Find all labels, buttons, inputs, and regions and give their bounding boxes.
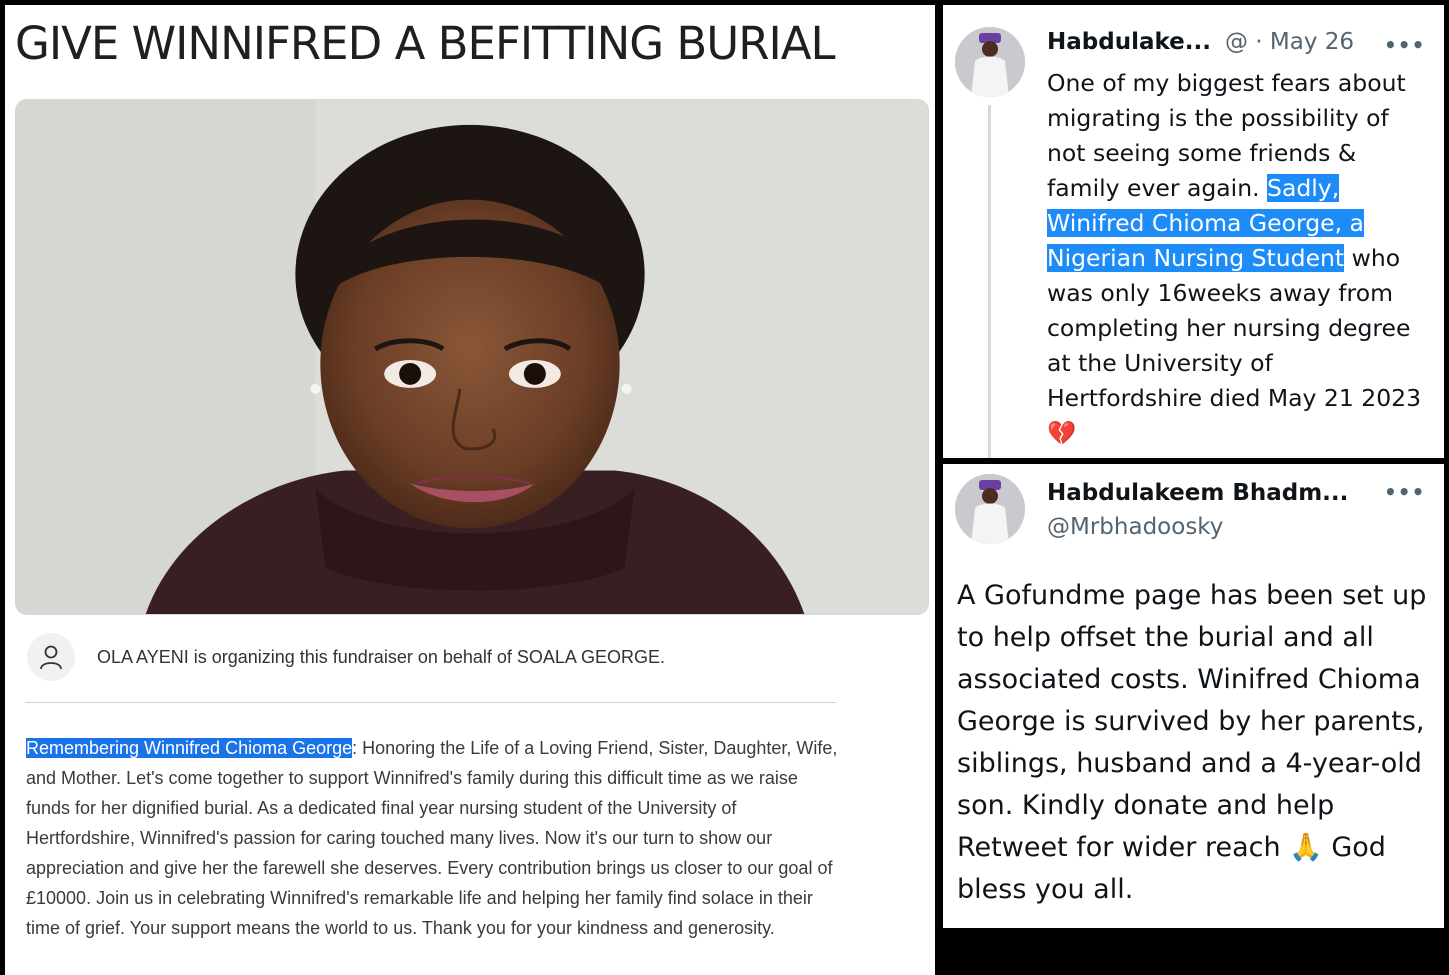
tweet-text-part: One of my biggest fears about migrating … — [1047, 69, 1406, 202]
praying-hands-icon: 🙏 — [1289, 832, 1323, 863]
divider — [25, 702, 836, 703]
story-highlight: Remembering Winnifred Chioma George — [26, 738, 353, 758]
tweet-text-part: A Gofundme page has been set up to help … — [957, 580, 1427, 863]
fundraiser-page: GIVE WINNIFRED A BEFITTING BURIAL OLA AY… — [5, 5, 935, 975]
story-text: : Honoring the Life of a Loving Friend, … — [26, 738, 838, 938]
organizer-text: OLA AYENI is organizing this fundraiser … — [97, 646, 665, 667]
broken-heart-icon: 💔 — [1047, 419, 1077, 447]
tweet-text: A Gofundme page has been set up to help … — [957, 575, 1437, 911]
more-options-icon[interactable]: ••• — [1384, 480, 1425, 504]
tweet-header: Habdulake... @ · May 26 — [1047, 29, 1354, 55]
avatar[interactable] — [955, 27, 1025, 97]
tweet-1[interactable]: Habdulake... @ · May 26 ••• One of my bi… — [943, 5, 1444, 458]
tweet-text: One of my biggest fears about migrating … — [1047, 66, 1432, 451]
thread-line — [988, 105, 991, 458]
tweet-meta[interactable]: @ · May 26 — [1225, 29, 1354, 55]
fundraiser-photo — [15, 99, 929, 615]
avatar[interactable] — [955, 474, 1025, 544]
user-icon — [27, 633, 75, 681]
fundraiser-story: Remembering Winnifred Chioma George: Hon… — [26, 733, 846, 943]
organizer-row: OLA AYENI is organizing this fundraiser … — [27, 633, 665, 681]
tweet-2[interactable]: Habdulakeem Bhadm... @Mrbhadoosky ••• A … — [943, 464, 1444, 928]
fundraiser-title: GIVE WINNIFRED A BEFITTING BURIAL — [15, 17, 836, 70]
more-options-icon[interactable]: ••• — [1384, 33, 1425, 57]
author-name[interactable]: Habdulakeem Bhadm... — [1047, 480, 1348, 506]
author-name[interactable]: Habdulake... — [1047, 29, 1211, 55]
author-handle[interactable]: @Mrbhadoosky — [1047, 514, 1223, 540]
